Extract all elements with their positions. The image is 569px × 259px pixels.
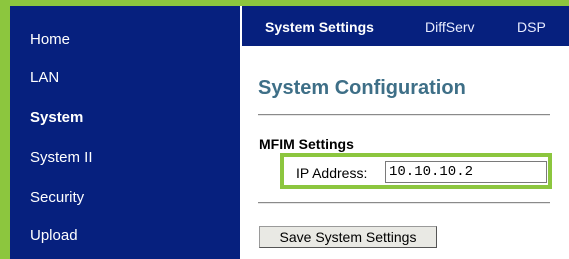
app-frame: Home LAN System System II Security Uploa… [0, 0, 569, 259]
highlight-border-left [0, 0, 10, 259]
main-panel: System Settings DiffServ DSP System Conf… [242, 6, 569, 259]
sidebar-item-system-ii[interactable]: System II [30, 149, 93, 166]
page-title: System Configuration [258, 77, 466, 99]
sidebar-item-home[interactable]: Home [30, 31, 70, 48]
tab-diffserv[interactable]: DiffServ [425, 19, 475, 35]
section-title: MFIM Settings [259, 136, 354, 152]
ip-address-input[interactable] [385, 161, 547, 183]
tab-dsp[interactable]: DSP [517, 19, 546, 35]
sidebar: Home LAN System System II Security Uploa… [10, 6, 242, 259]
sidebar-item-security[interactable]: Security [30, 189, 84, 206]
sidebar-item-lan[interactable]: LAN [30, 69, 59, 86]
ip-address-highlight: IP Address: [280, 153, 552, 189]
divider-bottom [258, 202, 550, 204]
sidebar-item-upload[interactable]: Upload [30, 227, 78, 244]
save-system-settings-button[interactable]: Save System Settings [259, 226, 437, 248]
ip-address-label: IP Address: [296, 165, 368, 181]
top-tab-bar: System Settings DiffServ DSP [242, 6, 569, 46]
tab-system-settings[interactable]: System Settings [265, 19, 374, 35]
sidebar-item-system[interactable]: System [30, 109, 83, 126]
divider-top [258, 114, 550, 116]
